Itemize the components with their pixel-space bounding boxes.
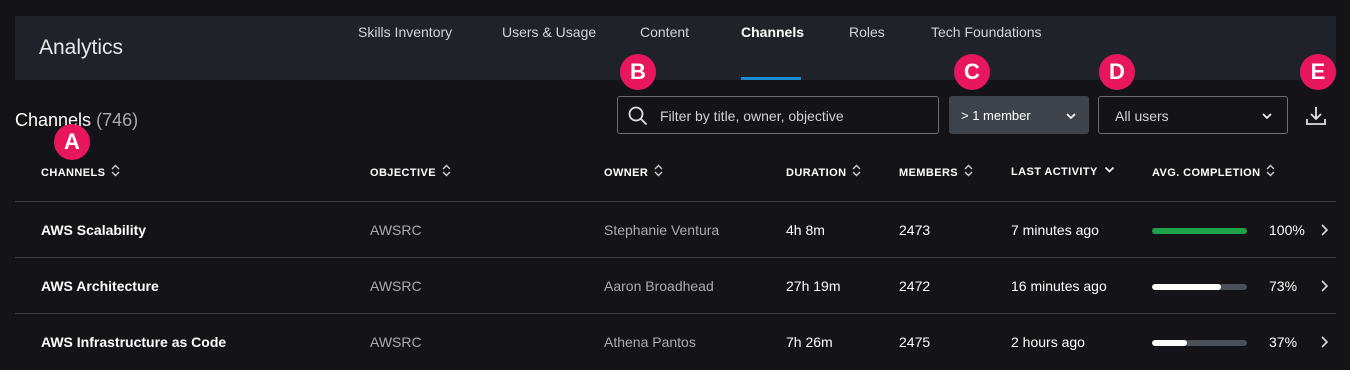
chevron-right-icon[interactable] bbox=[1319, 223, 1329, 242]
column-header-members[interactable]: MEMBERS bbox=[899, 164, 973, 180]
members-cell: 2472 bbox=[899, 278, 931, 294]
duration-cell: 27h 19m bbox=[786, 278, 841, 294]
channel-name[interactable]: AWS Infrastructure as Code bbox=[41, 334, 226, 350]
callout-badge-b: B bbox=[620, 54, 656, 90]
completion-bar bbox=[1152, 284, 1247, 290]
channel-name[interactable]: AWS Architecture bbox=[41, 278, 159, 294]
callout-badge-d: D bbox=[1099, 54, 1135, 90]
completion-percent: 100% bbox=[1269, 222, 1305, 238]
owner-cell: Stephanie Ventura bbox=[604, 222, 720, 238]
column-label: DURATION bbox=[786, 166, 847, 179]
sort-descending-icon bbox=[1104, 164, 1115, 178]
search-icon bbox=[628, 106, 648, 131]
chevron-right-icon[interactable] bbox=[1319, 335, 1329, 354]
tab-roles[interactable]: Roles bbox=[849, 24, 885, 40]
channel-count: (746) bbox=[96, 110, 139, 130]
table-row[interactable]: AWS Scalability AWSRC Stephanie Ventura … bbox=[15, 201, 1336, 258]
tab-content[interactable]: Content bbox=[640, 24, 689, 40]
tab-channels[interactable]: Channels bbox=[741, 24, 804, 40]
last-activity-cell: 2 hours ago bbox=[1011, 334, 1085, 350]
completion-percent: 73% bbox=[1269, 278, 1298, 294]
channel-name[interactable]: AWS Scalability bbox=[41, 222, 146, 238]
chevron-down-icon bbox=[1261, 109, 1273, 127]
active-tab-indicator bbox=[741, 77, 801, 80]
column-label: OWNER bbox=[604, 166, 649, 179]
column-header-owner[interactable]: OWNER bbox=[604, 164, 663, 180]
chevron-down-icon bbox=[1065, 109, 1077, 127]
completion-percent: 37% bbox=[1269, 334, 1298, 350]
column-header-duration[interactable]: DURATION bbox=[786, 164, 861, 180]
app-title: Analytics bbox=[39, 36, 124, 59]
duration-cell: 4h 8m bbox=[786, 222, 825, 238]
sort-icon bbox=[852, 164, 861, 180]
members-cell: 2473 bbox=[899, 222, 931, 238]
sort-icon bbox=[964, 164, 973, 180]
chevron-right-icon[interactable] bbox=[1319, 279, 1329, 298]
callout-badge-c: C bbox=[954, 54, 990, 90]
search-field[interactable] bbox=[617, 96, 939, 135]
objective-cell: AWSRC bbox=[370, 334, 422, 350]
completion-bar bbox=[1152, 228, 1247, 234]
members-filter-select[interactable]: > 1 member bbox=[949, 96, 1089, 134]
owner-cell: Athena Pantos bbox=[604, 334, 696, 350]
sort-icon bbox=[442, 164, 451, 180]
members-filter-value: > 1 member bbox=[961, 108, 1031, 123]
tab-users-usage[interactable]: Users & Usage bbox=[502, 24, 596, 40]
tab-skills-inventory[interactable]: Skills Inventory bbox=[358, 24, 452, 40]
column-header-channels[interactable]: CHANNELS bbox=[41, 164, 120, 180]
column-label: MEMBERS bbox=[899, 166, 959, 179]
last-activity-cell: 7 minutes ago bbox=[1011, 222, 1099, 238]
download-button[interactable] bbox=[1304, 104, 1328, 128]
callout-badge-a: A bbox=[54, 124, 90, 160]
table-row[interactable]: AWS Architecture AWSRC Aaron Broadhead 2… bbox=[15, 257, 1336, 314]
completion-bar bbox=[1152, 340, 1247, 346]
download-icon bbox=[1304, 107, 1328, 132]
completion-bar-fill bbox=[1152, 284, 1222, 290]
sort-icon bbox=[1266, 164, 1275, 180]
sort-icon bbox=[111, 164, 120, 180]
search-input[interactable] bbox=[658, 97, 932, 135]
sort-icon bbox=[654, 164, 663, 180]
completion-bar-fill bbox=[1152, 228, 1247, 234]
column-label: AVG. COMPLETION bbox=[1152, 166, 1261, 179]
last-activity-cell: 16 minutes ago bbox=[1011, 278, 1107, 294]
callout-badge-e: E bbox=[1300, 54, 1336, 90]
column-header-objective[interactable]: OBJECTIVE bbox=[370, 164, 451, 180]
column-label: CHANNELS bbox=[41, 166, 106, 179]
owner-cell: Aaron Broadhead bbox=[604, 278, 714, 294]
users-filter-value: All users bbox=[1115, 108, 1169, 124]
tab-tech-foundations[interactable]: Tech Foundations bbox=[931, 24, 1042, 40]
duration-cell: 7h 26m bbox=[786, 334, 833, 350]
users-filter-select[interactable]: All users bbox=[1098, 96, 1288, 134]
column-label: LAST ACTIVITY bbox=[1011, 166, 1098, 178]
column-header-avg-completion[interactable]: AVG. COMPLETION bbox=[1152, 164, 1275, 180]
objective-cell: AWSRC bbox=[370, 222, 422, 238]
members-cell: 2475 bbox=[899, 334, 931, 350]
completion-bar-fill bbox=[1152, 340, 1188, 346]
column-label: OBJECTIVE bbox=[370, 166, 436, 179]
table-row[interactable]: AWS Infrastructure as Code AWSRC Athena … bbox=[15, 313, 1336, 370]
objective-cell: AWSRC bbox=[370, 278, 422, 294]
column-header-last-activity[interactable]: LAST ACTIVITY bbox=[1011, 166, 1115, 178]
